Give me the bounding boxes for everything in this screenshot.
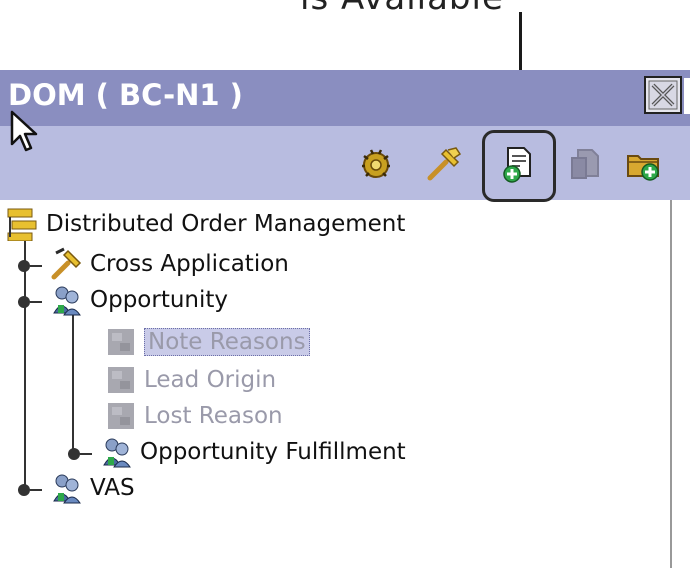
tree-node-note-reasons[interactable]: Note Reasons	[104, 324, 310, 360]
tree-node-cross-application[interactable]: Cross Application	[50, 246, 289, 282]
toolbar-button-settings[interactable]	[356, 144, 396, 184]
hierarchy-icon	[7, 208, 37, 241]
mouse-cursor-icon	[10, 110, 38, 152]
titlebar-edge	[684, 78, 690, 114]
tree-node-label: Distributed Order Management	[46, 211, 406, 237]
tree-node-lost-reason[interactable]: Lost Reason	[104, 398, 283, 434]
tree-node-lead-origin[interactable]: Lead Origin	[104, 362, 276, 398]
tree-node-opportunity-fulfillment[interactable]: Opportunity Fulfillment	[100, 434, 406, 470]
expand-toggle-icon[interactable]	[16, 482, 42, 498]
tree-node-label: Cross Application	[90, 251, 289, 277]
expand-toggle-icon[interactable]	[66, 446, 92, 462]
tree-node-root[interactable]: Distributed Order Management	[6, 206, 405, 242]
hammer-icon	[51, 247, 82, 280]
toolbar-button-tools[interactable]	[424, 144, 464, 184]
callout-highlight-box	[482, 130, 556, 202]
collapse-toggle-icon[interactable]	[16, 294, 42, 310]
document-disabled-icon	[571, 149, 599, 179]
people-icon	[103, 438, 131, 468]
people-icon	[53, 474, 81, 504]
tree-node-label: Note Reasons	[144, 328, 310, 356]
tree-node-label: Opportunity Fulfillment	[140, 439, 406, 465]
gray-block-icon	[108, 367, 134, 393]
toolbar	[0, 126, 690, 200]
gray-block-icon	[108, 329, 134, 355]
toolbar-button-document-disabled[interactable]	[566, 144, 606, 184]
people-icon	[53, 286, 81, 316]
tree-node-label: Lost Reason	[144, 403, 283, 429]
tree-node-label: Opportunity	[90, 287, 229, 313]
tree-node-vas[interactable]: VAS	[50, 470, 135, 506]
hammer-icon	[427, 147, 462, 181]
gear-bug-icon	[362, 149, 390, 178]
panel-titlebar: DOM ( BC-N1 )	[0, 70, 690, 126]
callout-caption: is Available	[300, 0, 504, 18]
add-folder-icon	[627, 155, 659, 181]
gray-block-icon	[108, 403, 134, 429]
toolbar-button-add-folder[interactable]	[624, 144, 664, 184]
tree-node-label: Lead Origin	[144, 367, 277, 393]
screenshot-stage: is Available DOM ( BC-N1 )	[0, 0, 690, 568]
close-button[interactable]	[644, 76, 682, 114]
tree-connector	[72, 310, 74, 454]
tree-node-opportunity[interactable]: Opportunity	[50, 282, 228, 318]
expand-toggle-icon[interactable]	[16, 258, 42, 274]
close-icon	[648, 80, 678, 110]
tree-node-label: VAS	[90, 475, 135, 501]
tree-view: Distributed Order Management Cross Appli…	[0, 200, 672, 568]
panel-title: DOM ( BC-N1 )	[8, 78, 243, 112]
